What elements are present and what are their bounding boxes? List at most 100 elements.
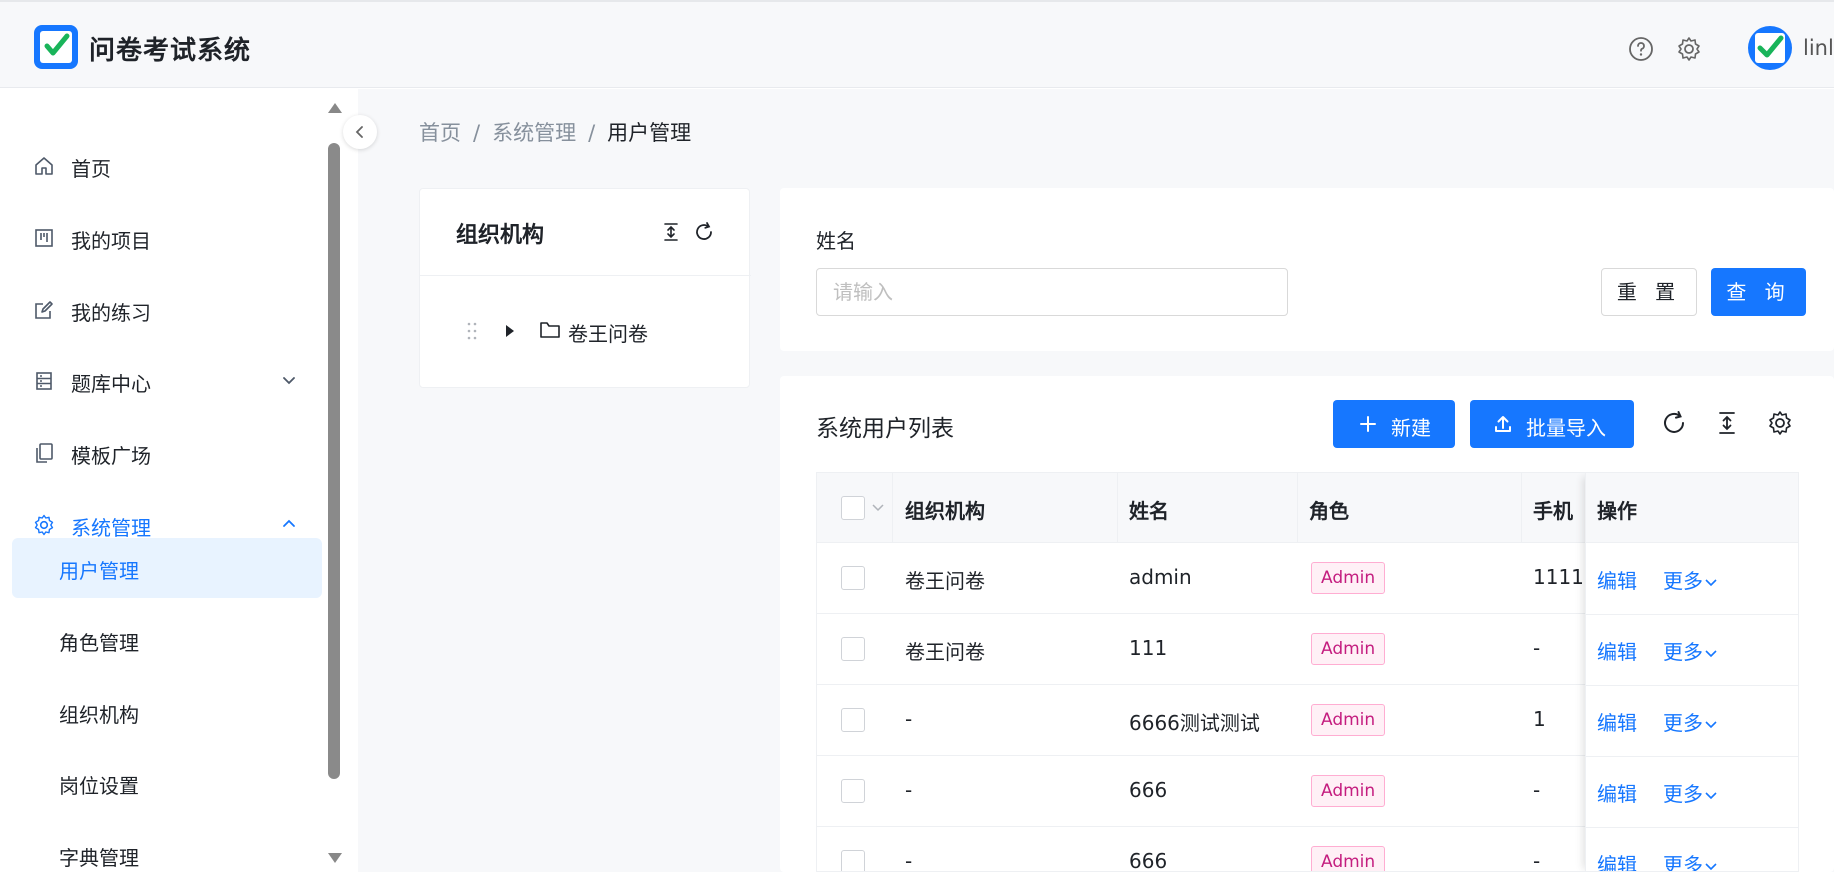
query-button[interactable]: 查 询 (1711, 268, 1806, 316)
more-link[interactable]: 更多 (1663, 849, 1717, 871)
settings-icon[interactable] (1676, 36, 1702, 62)
breadcrumb-home[interactable]: 首页 (419, 121, 461, 145)
cell-phone: - (1533, 849, 1541, 872)
row-checkbox[interactable] (841, 708, 865, 732)
column-header-org: 组织机构 (905, 499, 985, 523)
edit-link[interactable]: 编辑 (1597, 636, 1637, 665)
cell-phone: - (1533, 636, 1541, 660)
role-tag: Admin (1311, 775, 1386, 807)
operations-column: 操作 编辑 更多 编辑 更多 编辑 更多 编辑 更多 编辑 更多 (1585, 473, 1798, 871)
username[interactable]: linli (1803, 36, 1834, 60)
chevron-up-icon (283, 519, 295, 527)
app-logo-icon (34, 25, 78, 69)
chevron-down-icon (1705, 792, 1717, 800)
edit-link[interactable]: 编辑 (1597, 565, 1637, 594)
scroll-down-arrow-icon[interactable] (328, 853, 342, 863)
drag-handle-icon[interactable] (466, 321, 478, 341)
tree-node-label[interactable]: 卷王问卷 (568, 318, 648, 347)
main-content: 首页/系统管理/用户管理 组织机构 卷王问卷 姓名 重 置 查 询 系统用户列表… (358, 89, 1834, 872)
cell-name: 111 (1129, 636, 1168, 660)
cell-name: admin (1129, 565, 1192, 589)
name-search-input[interactable] (816, 268, 1288, 316)
cell-org: - (905, 707, 913, 731)
more-link[interactable]: 更多 (1663, 707, 1717, 736)
column-header-actions: 操作 (1597, 499, 1637, 523)
home-icon (35, 157, 53, 175)
select-all-checkbox[interactable] (841, 496, 865, 520)
expand-collapse-icon[interactable] (660, 221, 682, 243)
more-link[interactable]: 更多 (1663, 565, 1717, 594)
edit-link[interactable]: 编辑 (1597, 778, 1637, 807)
column-header-phone: 手机 (1533, 499, 1573, 523)
sidebar-subitem-positions[interactable]: 岗位设置 (12, 753, 322, 813)
density-icon[interactable] (1714, 410, 1740, 436)
batch-import-button[interactable]: 批量导入 (1470, 400, 1634, 448)
new-user-button[interactable]: 新建 (1333, 400, 1455, 448)
chevron-down-icon (1705, 863, 1717, 871)
new-user-label: 新建 (1391, 416, 1431, 440)
name-field-label: 姓名 (816, 229, 856, 253)
more-link[interactable]: 更多 (1663, 636, 1717, 665)
sidebar-item-question-bank[interactable]: 题库中心 (0, 351, 330, 411)
edit-icon (35, 301, 53, 319)
sidebar-subitem-label: 岗位设置 (59, 774, 139, 798)
column-header-role: 角色 (1309, 499, 1349, 523)
scrollbar-thumb[interactable] (328, 143, 340, 779)
sidebar-scrollbar[interactable] (326, 103, 342, 863)
sidebar-subitem-label: 角色管理 (59, 631, 139, 655)
row-checkbox[interactable] (841, 850, 865, 871)
sidebar-subitem-users[interactable]: 用户管理 (12, 538, 322, 598)
folder-icon (540, 322, 560, 338)
role-tag: Admin (1311, 704, 1386, 736)
org-tree-panel: 组织机构 卷王问卷 (419, 188, 751, 388)
sidebar-item-label: 题库中心 (71, 372, 151, 396)
cell-org: 卷王问卷 (905, 569, 985, 593)
app-title: 问卷考试系统 (89, 36, 252, 66)
user-avatar[interactable] (1748, 26, 1792, 70)
sidebar-subitem-dictionary[interactable]: 字典管理 (12, 825, 322, 872)
chevron-down-icon[interactable] (872, 504, 884, 512)
sidebar-item-label: 首页 (71, 157, 111, 181)
edit-link[interactable]: 编辑 (1597, 707, 1637, 736)
chevron-down-icon (1705, 650, 1717, 658)
sidebar-item-label: 系统管理 (71, 516, 151, 540)
cell-org: 卷王问卷 (905, 640, 985, 664)
template-icon (36, 443, 53, 463)
sidebar-subitem-roles[interactable]: 角色管理 (12, 610, 322, 670)
refresh-icon[interactable] (693, 221, 715, 243)
caret-right-icon[interactable] (506, 325, 514, 337)
upload-icon (1495, 416, 1511, 432)
help-icon[interactable] (1628, 36, 1654, 62)
sidebar-item-projects[interactable]: 我的项目 (0, 208, 330, 268)
sidebar-item-templates[interactable]: 模板广场 (0, 423, 330, 483)
breadcrumb: 首页 / 系统管理 / 用户管理 (419, 121, 692, 145)
cell-phone: 11111 (1533, 565, 1591, 589)
more-link[interactable]: 更多 (1663, 778, 1717, 807)
edit-link[interactable]: 编辑 (1597, 849, 1637, 871)
search-panel: 姓名 重 置 查 询 (780, 188, 1834, 351)
sidebar-subitem-org[interactable]: 组织机构 (12, 682, 322, 742)
chevron-left-icon (355, 126, 363, 138)
chevron-down-icon (1705, 579, 1717, 587)
top-header: 问卷考试系统 linli (0, 0, 1834, 88)
tree-node[interactable]: 卷王问卷 (466, 317, 726, 347)
gear-icon (34, 514, 54, 536)
cell-org: - (905, 849, 913, 872)
column-settings-icon[interactable] (1767, 410, 1793, 436)
refresh-icon[interactable] (1661, 410, 1687, 436)
chevron-down-icon (1705, 721, 1717, 729)
row-checkbox[interactable] (841, 637, 865, 661)
scroll-up-arrow-icon[interactable] (328, 103, 342, 113)
sidebar-item-home[interactable]: 首页 (0, 136, 330, 196)
sidebar-subitem-label: 字典管理 (59, 846, 139, 870)
breadcrumb-system[interactable]: 系统管理 (492, 121, 576, 145)
role-tag: Admin (1311, 846, 1386, 871)
cell-name: 666 (1129, 778, 1168, 802)
collapse-sidebar-button[interactable] (343, 115, 377, 149)
plus-icon (1360, 416, 1376, 432)
reset-button[interactable]: 重 置 (1601, 268, 1697, 316)
sidebar-item-practice[interactable]: 我的练习 (0, 280, 330, 340)
row-checkbox[interactable] (841, 779, 865, 803)
row-checkbox[interactable] (841, 566, 865, 590)
chevron-down-icon (283, 377, 295, 385)
